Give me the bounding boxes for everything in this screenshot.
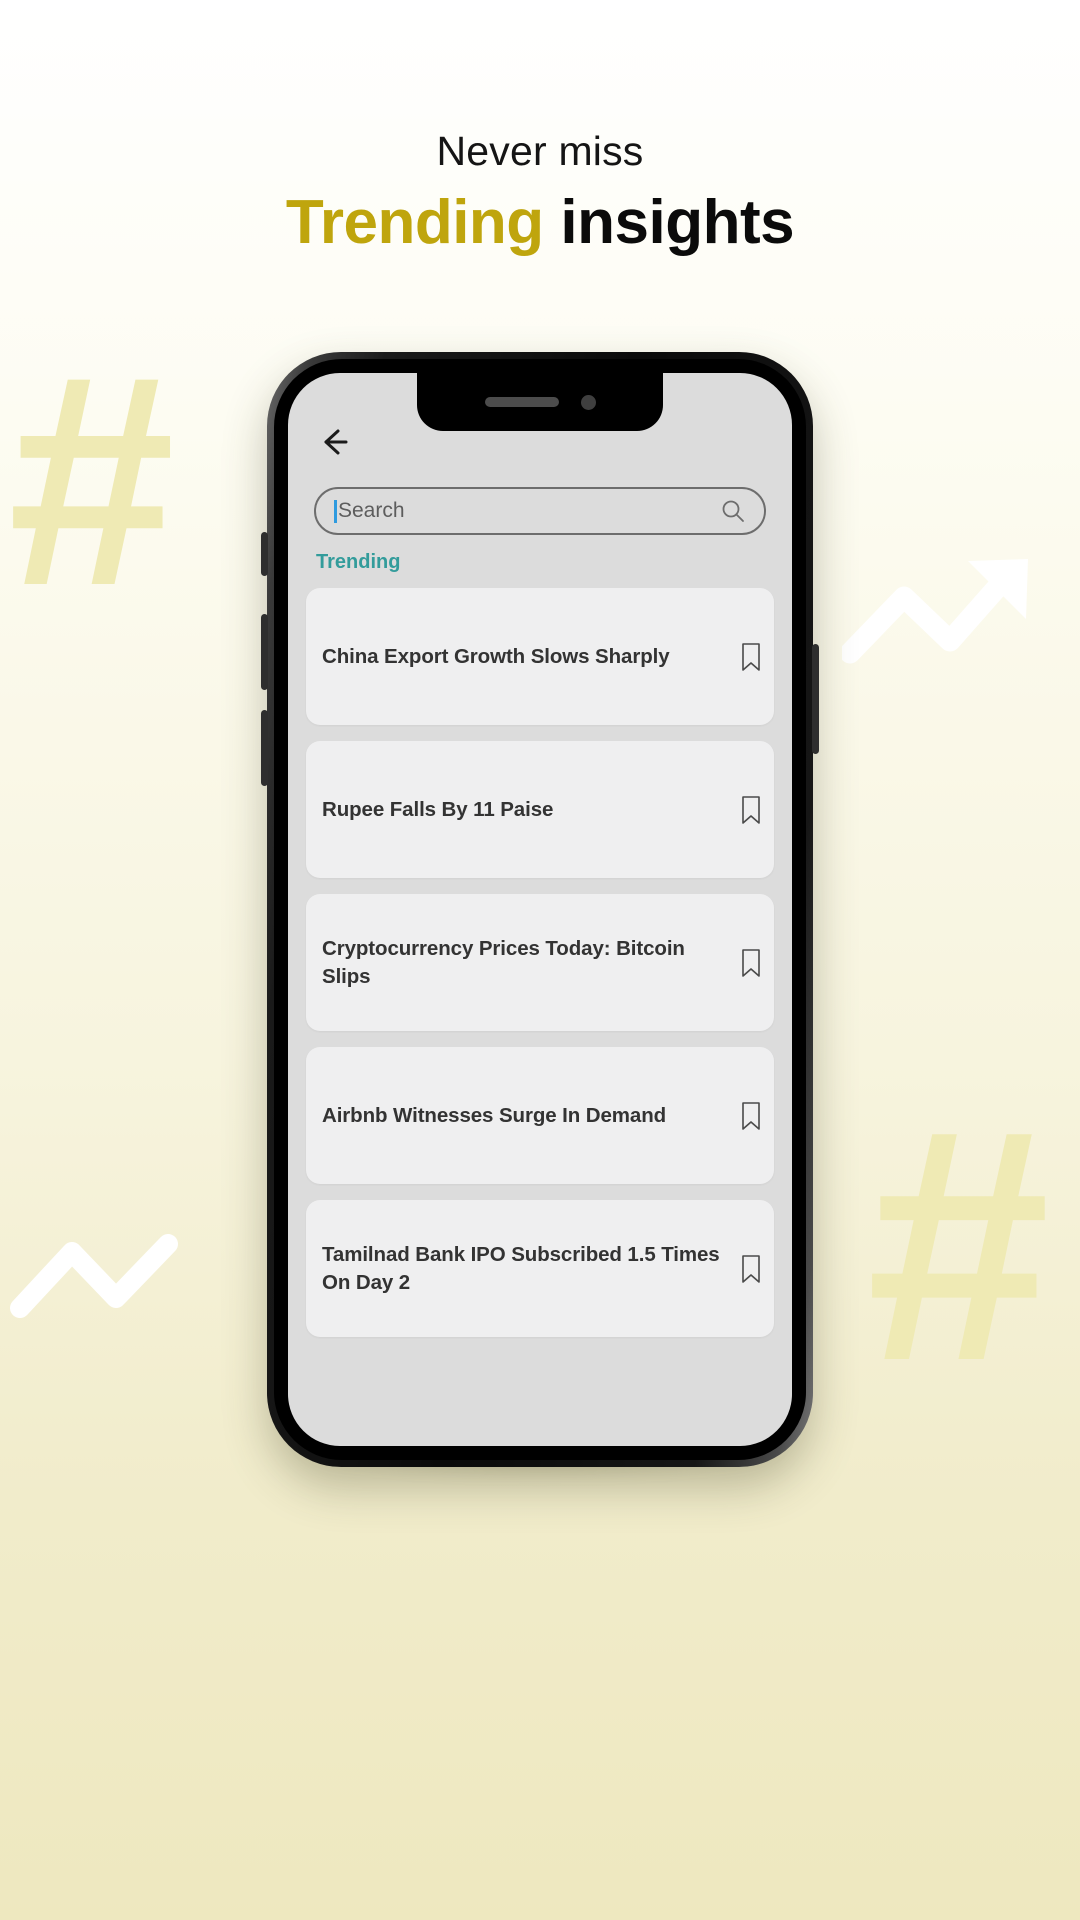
text-cursor [334,499,337,523]
section-title-trending: Trending [316,551,401,573]
bookmark-icon[interactable] [740,948,762,978]
phone-button-mute[interactable] [261,532,268,576]
app-container: Search Trending China Export Growth Slow… [288,373,792,1446]
card-title: Rupee Falls By 11 Paise [322,797,554,821]
headline-line-1: Never miss [436,128,644,174]
hashtag-decor-right: # [866,1060,1050,1429]
speaker-grille-icon [484,397,559,407]
bookmark-icon[interactable] [740,1254,762,1284]
list-item[interactable]: China Export Growth Slows Sharply [306,588,774,725]
list-item[interactable]: Rupee Falls By 11 Paise [306,741,774,878]
phone-button-volume-up[interactable] [261,614,268,690]
hashtag-decor-left: # [8,312,175,648]
list-item[interactable]: Airbnb Witnesses Surge In Demand [306,1047,774,1184]
search-input[interactable]: Search [314,487,766,535]
bookmark-icon[interactable] [740,1101,762,1131]
phone-notch [417,373,663,431]
list-item[interactable]: Cryptocurrency Prices Today: Bitcoin Sli… [306,894,774,1031]
headline-rest-word: insights [543,188,795,257]
phone-button-volume-down[interactable] [261,710,268,786]
back-arrow-icon[interactable] [316,425,350,459]
card-title: Tamilnad Bank IPO Subscribed 1.5 Times O… [322,1242,720,1294]
trending-card-list: China Export Growth Slows Sharply Rupee … [304,588,776,1337]
list-item[interactable]: Tamilnad Bank IPO Subscribed 1.5 Times O… [306,1200,774,1337]
trend-arrow-icon-top [842,559,1028,664]
search-placeholder-text: Search [338,499,405,522]
phone-button-power[interactable] [812,644,819,754]
phone-screen: Search Trending China Export Growth Slow… [288,373,792,1446]
headline-block: Never miss Trending insights [0,128,1080,258]
card-title: Airbnb Witnesses Surge In Demand [322,1103,667,1127]
bookmark-icon[interactable] [740,642,762,672]
card-title: Cryptocurrency Prices Today: Bitcoin Sli… [322,936,685,988]
headline-highlight-word: Trending [285,188,544,257]
card-title: China Export Growth Slows Sharply [322,644,670,668]
search-icon[interactable] [720,498,746,524]
front-camera-icon [580,394,596,410]
trend-arrow-icon-bottom [10,1234,178,1318]
headline-line-2: Trending insights [0,187,1080,258]
phone-mockup: Search Trending China Export Growth Slow… [261,352,819,1479]
bookmark-icon[interactable] [740,795,762,825]
